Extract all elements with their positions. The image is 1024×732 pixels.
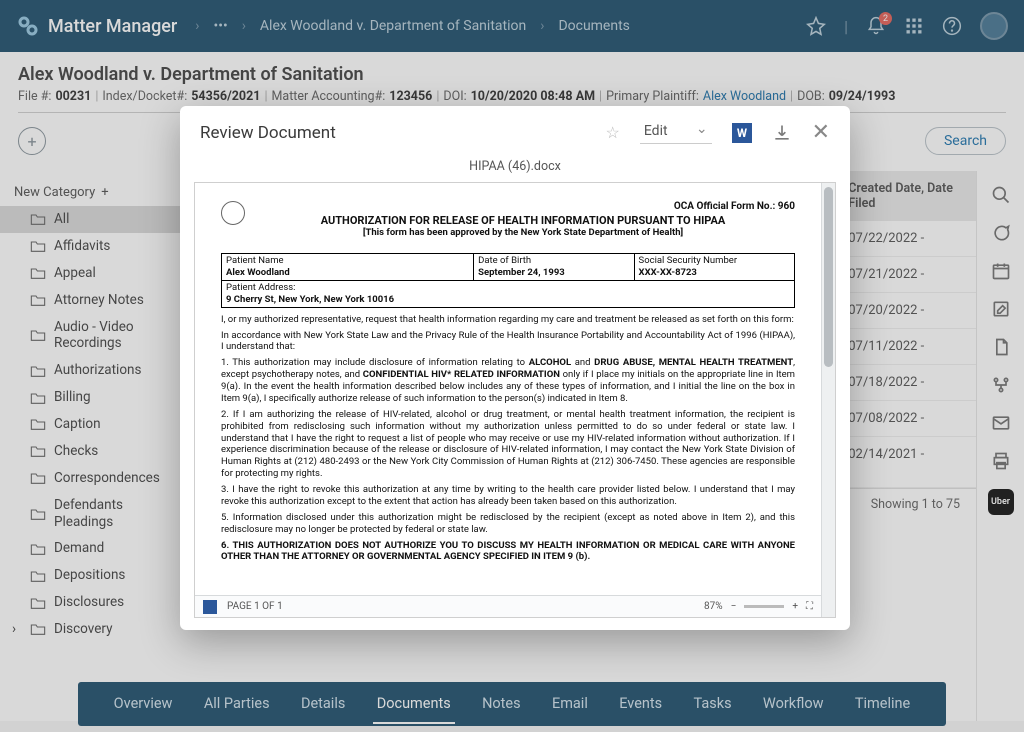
review-document-modal: Review Document ☆ Edit W ✕ HIPAA (46).do…: [180, 106, 850, 630]
word-icon[interactable]: W: [732, 123, 752, 143]
zoom-level: 87%: [704, 601, 723, 612]
state-seal-icon: [221, 201, 245, 225]
zoom-in-icon[interactable]: +: [792, 601, 798, 612]
svg-text:W: W: [736, 126, 747, 140]
edit-dropdown[interactable]: Edit: [640, 121, 712, 144]
star-icon[interactable]: ☆: [606, 123, 620, 142]
scrollbar[interactable]: [821, 183, 835, 617]
zoom-out-icon[interactable]: −: [731, 601, 737, 612]
zoom-slider[interactable]: [744, 605, 784, 608]
viewer-status-bar: PAGE 1 OF 1 87% − + ⛶: [195, 595, 821, 617]
fullscreen-icon[interactable]: ⛶: [806, 601, 813, 612]
page-indicator: PAGE 1 OF 1: [227, 601, 283, 612]
modal-title: Review Document: [200, 123, 336, 143]
document-filename: HIPAA (46).docx: [180, 155, 850, 182]
download-icon[interactable]: [772, 123, 792, 143]
document-page: OCA Official Form No.: 960 AUTHORIZATION…: [195, 183, 821, 617]
document-viewer: OCA Official Form No.: 960 AUTHORIZATION…: [194, 182, 836, 618]
close-icon[interactable]: ✕: [812, 120, 830, 145]
word-icon: [203, 600, 217, 614]
